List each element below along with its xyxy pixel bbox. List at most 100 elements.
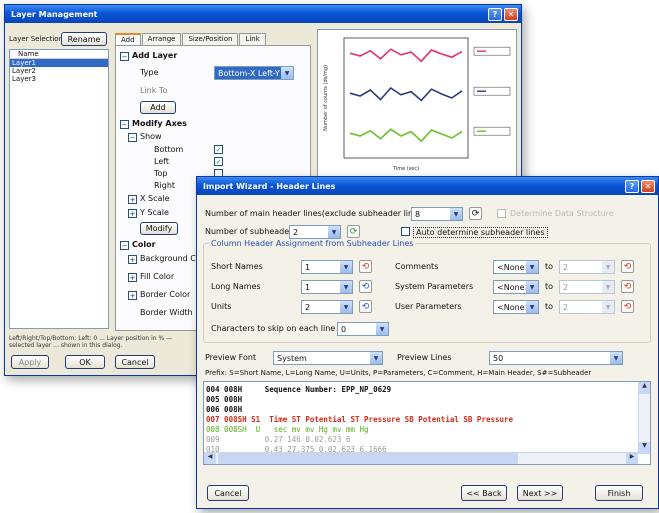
reset-icon[interactable]: ⟲ xyxy=(359,280,372,293)
system-parameters-to-select[interactable]: 2 ▼ xyxy=(559,280,615,294)
status-text: Left/Right/Top/Bottom: Left: 0 ... Layer… xyxy=(9,335,173,349)
system-parameters-label: System Parameters xyxy=(395,282,474,291)
x-scale-label: X Scale xyxy=(140,194,170,203)
long-names-label: Long Names xyxy=(211,282,261,291)
refresh-icon[interactable]: ⟳ xyxy=(469,207,482,220)
modify-button[interactable]: Modify xyxy=(140,222,178,235)
comments-label: Comments xyxy=(395,262,439,271)
tab-size-position[interactable]: Size/Position xyxy=(182,33,239,45)
scroll-up-icon[interactable]: ▲ xyxy=(639,382,650,394)
scroll-left-icon[interactable]: ◀ xyxy=(204,453,216,464)
tab-add[interactable]: Add xyxy=(115,33,141,45)
layer-list-header: Name xyxy=(10,50,108,59)
close-icon[interactable]: ✕ xyxy=(641,179,655,193)
comments-select[interactable]: <None> ▼ xyxy=(493,260,539,274)
tab-link[interactable]: Link xyxy=(239,33,266,45)
chars-skip-select[interactable]: 0 ▼ xyxy=(337,322,389,336)
y-axis-label: Number of counts (ds/mg) xyxy=(323,65,329,131)
preview-line-prefix: 007 008SH S1 xyxy=(206,415,261,424)
graph-preview: Number of counts (ds/mg) Time (sec) xyxy=(317,29,517,177)
vertical-scrollbar[interactable]: ▲ ▼ xyxy=(638,382,650,454)
axis-left-label: Left xyxy=(154,157,170,166)
preview-font-select[interactable]: System ▼ xyxy=(273,351,383,365)
short-names-value: 1 xyxy=(305,262,311,272)
preview-line-text: Time ST Potential ST Pressure SB Potenti… xyxy=(269,415,514,424)
next-button[interactable]: Next >> xyxy=(517,485,563,501)
help-icon[interactable]: ? xyxy=(488,7,502,21)
reset-icon[interactable]: ⟲ xyxy=(621,300,634,313)
color-heading: Color xyxy=(132,240,156,249)
add-layer-button[interactable]: Add xyxy=(140,101,176,114)
chevron-down-icon: ▼ xyxy=(602,281,614,293)
determine-structure-checkbox[interactable] xyxy=(497,209,506,218)
chevron-down-icon: ▼ xyxy=(602,301,614,313)
apply-button[interactable]: Apply xyxy=(11,355,49,369)
preview-lines-value: 50 xyxy=(493,353,504,363)
tab-arrange[interactable]: Arrange xyxy=(141,33,182,45)
layer-list-item[interactable]: Layer1 xyxy=(10,59,108,67)
wizard-title: Import Wizard - Header Lines xyxy=(203,181,336,191)
to-label: to xyxy=(545,262,554,271)
user-parameters-to-select[interactable]: 2 ▼ xyxy=(559,300,615,314)
preview-lines-label: Preview Lines xyxy=(397,353,452,362)
short-names-select[interactable]: 1 ▼ xyxy=(301,260,353,274)
layer-type-select[interactable]: Bottom-X Left-Y ▼ xyxy=(214,66,294,80)
reset-icon[interactable]: ⟲ xyxy=(359,300,372,313)
close-icon[interactable]: ✕ xyxy=(504,7,518,21)
ok-button[interactable]: OK xyxy=(65,355,105,369)
prefix-legend: Prefix: S=Short Name, L=Long Name, U=Uni… xyxy=(205,369,592,377)
type-label: Type xyxy=(140,68,159,77)
long-names-select[interactable]: 1 ▼ xyxy=(301,280,353,294)
layer-list[interactable]: Name Layer1 Layer2 Layer3 xyxy=(9,49,109,329)
subheader-select[interactable]: 2 ▼ xyxy=(289,225,341,239)
auto-determine-checkbox[interactable] xyxy=(401,227,410,236)
help-icon[interactable]: ? xyxy=(625,179,639,193)
chevron-down-icon: ▼ xyxy=(340,261,352,273)
rename-button[interactable]: Rename xyxy=(61,32,107,46)
x-axis-label: Time (sec) xyxy=(392,166,419,172)
series-line xyxy=(349,86,463,102)
short-names-label: Short Names xyxy=(211,262,263,271)
horizontal-scrollbar[interactable]: ◀ ▶ xyxy=(204,452,638,464)
comments-to-select[interactable]: 2 ▼ xyxy=(559,260,615,274)
chevron-down-icon: ▼ xyxy=(526,281,538,293)
add-layer-heading: Add Layer xyxy=(132,51,178,60)
finish-button[interactable]: Finish xyxy=(595,485,643,501)
scroll-down-icon[interactable]: ▼ xyxy=(639,442,650,454)
wizard-titlebar: Import Wizard - Header Lines ? ✕ xyxy=(197,177,658,195)
reset-icon[interactable]: ⟲ xyxy=(621,260,634,273)
preview-lines-select[interactable]: 50 ▼ xyxy=(489,351,623,365)
units-select[interactable]: 2 ▼ xyxy=(301,300,353,314)
preview-line-prefix: 008 008SH U xyxy=(206,425,261,434)
to-label: to xyxy=(545,282,554,291)
axis-left-checkbox[interactable]: ✓ xyxy=(214,157,223,166)
link-to-label: Link To xyxy=(140,86,168,95)
chevron-down-icon: ▼ xyxy=(370,352,382,364)
user-parameters-to-value: 2 xyxy=(563,302,569,312)
scroll-thumb[interactable] xyxy=(218,453,518,464)
user-parameters-select[interactable]: <None> ▼ xyxy=(493,300,539,314)
preview-area[interactable]: 004 008H Sequence Number: EPP_NP_0629 00… xyxy=(203,381,651,465)
back-button[interactable]: << Back xyxy=(461,485,507,501)
layer-list-item[interactable]: Layer2 xyxy=(10,67,108,75)
main-header-select[interactable]: 8 ▼ xyxy=(411,207,463,221)
modify-axes-heading: Modify Axes xyxy=(132,119,187,128)
reset-icon[interactable]: ⟲ xyxy=(359,260,372,273)
subheader-value: 2 xyxy=(293,227,299,237)
chevron-down-icon: ▼ xyxy=(526,261,538,273)
main-header-value: 8 xyxy=(415,209,421,219)
fill-color-label: Fill Color xyxy=(140,272,175,281)
layer-tabs: Add Arrange Size/Position Link xyxy=(115,33,267,45)
axis-top-label: Top xyxy=(154,169,168,178)
cancel-button[interactable]: Cancel xyxy=(207,485,249,501)
axis-bottom-checkbox[interactable]: ✓ xyxy=(214,145,223,154)
system-parameters-select[interactable]: <None> ▼ xyxy=(493,280,539,294)
chevron-down-icon: ▼ xyxy=(340,281,352,293)
scroll-right-icon[interactable]: ▶ xyxy=(626,453,638,464)
reset-icon[interactable]: ⟲ xyxy=(621,280,634,293)
cancel-button[interactable]: Cancel xyxy=(115,355,155,369)
border-width-label: Border Width xyxy=(140,308,193,317)
refresh-icon[interactable]: ⟳ xyxy=(347,225,360,238)
layer-list-item[interactable]: Layer3 xyxy=(10,75,108,83)
system-parameters-to-value: 2 xyxy=(563,282,569,292)
